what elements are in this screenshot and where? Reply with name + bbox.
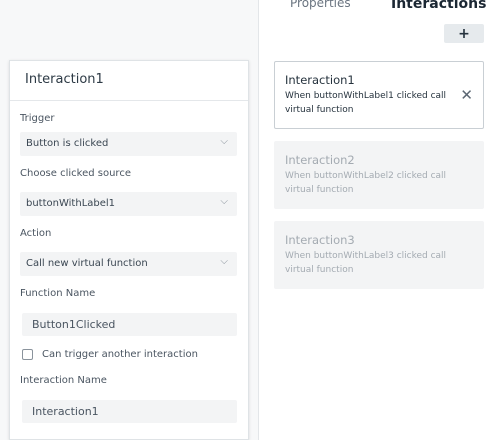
tab-interactions[interactable]: Interactions: [391, 0, 486, 12]
interaction-card-title: Interaction1: [285, 73, 355, 87]
plus-icon: +: [458, 25, 470, 42]
source-select-value: buttonWithLabel1: [26, 198, 116, 209]
function-name-value: Button1Clicked: [32, 318, 116, 331]
tab-properties[interactable]: Properties: [290, 0, 351, 10]
function-name-label: Function Name: [20, 288, 96, 299]
interaction-card-description: When buttonWithLabel3 clicked call virtu…: [285, 251, 447, 275]
editor-title: Interaction1: [10, 61, 248, 101]
interaction-name-value: Interaction1: [32, 405, 99, 418]
trigger-select-value: Button is clicked: [26, 138, 109, 149]
source-label: Choose clicked source: [20, 168, 131, 179]
chevron-down-icon: ⌵: [220, 256, 228, 267]
interaction-editor-panel: Interaction1 Trigger Button is clicked ⌵…: [9, 60, 249, 440]
interaction-card-2[interactable]: Interaction2 When buttonWithLabel2 click…: [274, 141, 484, 209]
can-trigger-label: Can trigger another interaction: [42, 349, 198, 360]
trigger-select[interactable]: Button is clicked ⌵: [20, 132, 237, 156]
chevron-down-icon: ⌵: [220, 136, 228, 147]
action-select-value: Call new virtual function: [26, 258, 148, 269]
interaction-card-3[interactable]: Interaction3 When buttonWithLabel3 click…: [274, 221, 484, 289]
chevron-down-icon: ⌵: [220, 196, 228, 207]
interaction-name-input[interactable]: Interaction1: [22, 400, 237, 423]
interaction-card-description: When buttonWithLabel2 clicked call virtu…: [285, 171, 447, 195]
add-interaction-button[interactable]: +: [444, 24, 484, 43]
function-name-input[interactable]: Button1Clicked: [22, 313, 237, 336]
trigger-label: Trigger: [20, 113, 55, 124]
interaction-card-1[interactable]: Interaction1 When buttonWithLabel1 click…: [274, 61, 484, 129]
interaction-name-label: Interaction Name: [20, 375, 107, 386]
interaction-card-description: When buttonWithLabel1 clicked call virtu…: [285, 91, 447, 115]
close-icon[interactable]: ✕: [460, 86, 473, 104]
can-trigger-checkbox[interactable]: [22, 349, 33, 360]
action-select[interactable]: Call new virtual function ⌵: [20, 252, 237, 276]
interaction-card-title: Interaction2: [285, 153, 355, 167]
interaction-card-title: Interaction3: [285, 233, 355, 247]
source-select[interactable]: buttonWithLabel1 ⌵: [20, 192, 237, 216]
action-label: Action: [20, 228, 52, 239]
